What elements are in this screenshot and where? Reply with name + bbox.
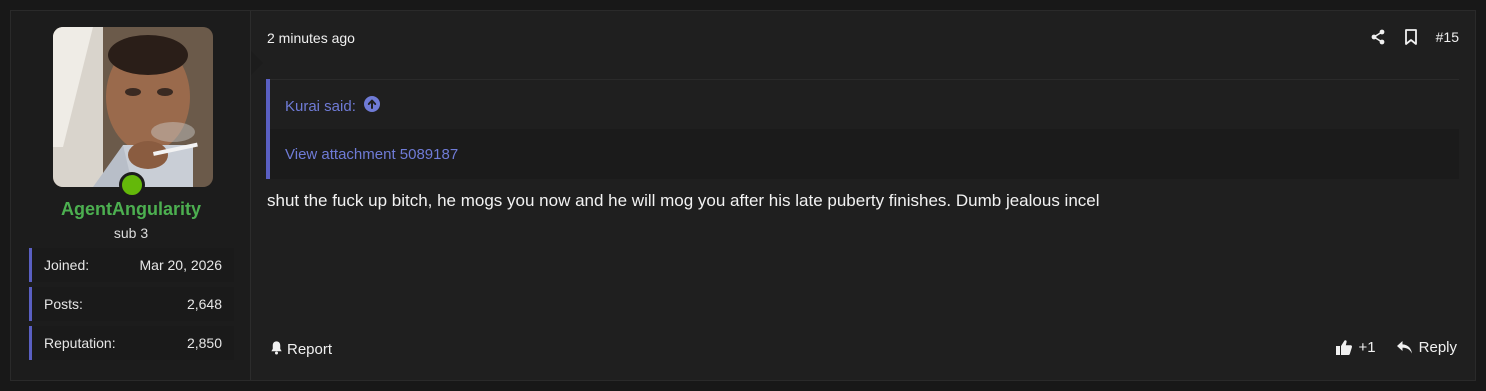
reaction-count: +1: [1358, 339, 1376, 356]
user-title: sub 3: [113, 225, 149, 241]
share-icon[interactable]: [1370, 29, 1386, 45]
stat-posts-value: 2,648: [186, 296, 222, 312]
post-timestamp[interactable]: 2 minutes ago: [267, 30, 355, 46]
user-panel-arrow: [251, 51, 263, 75]
bell-icon: [269, 340, 284, 359]
reaction-button[interactable]: +1: [1335, 339, 1376, 356]
reply-label: Reply: [1418, 339, 1457, 356]
quote-author-label: Kurai said:: [285, 97, 356, 115]
post-number[interactable]: #15: [1436, 29, 1459, 45]
stat-posts: Posts: 2,648: [29, 287, 234, 321]
reply-button[interactable]: Reply: [1396, 339, 1457, 356]
stat-joined-value: Mar 20, 2026: [139, 257, 223, 273]
post-header-actions: #15: [1370, 27, 1459, 47]
avatar[interactable]: [53, 27, 213, 187]
stat-reputation-value: 2,850: [186, 335, 222, 351]
online-status-indicator: [119, 172, 145, 198]
quote-block: Kurai said: View attachment 5089187: [266, 79, 1459, 179]
post-container: AgentAngularity sub 3 Joined: Mar 20, 20…: [10, 10, 1476, 381]
quote-author-link[interactable]: Kurai said:: [285, 96, 380, 116]
report-label: Report: [287, 341, 333, 358]
reply-arrow-icon: [1396, 340, 1413, 355]
stat-reputation: Reputation: 2,850: [29, 326, 234, 360]
username[interactable]: AgentAngularity: [11, 199, 251, 220]
post-message: shut the fuck up bitch, he mogs you now …: [267, 191, 1100, 210]
quote-header: Kurai said:: [270, 79, 1459, 129]
stat-reputation-label: Reputation:: [44, 335, 116, 351]
bookmark-icon[interactable]: [1404, 29, 1418, 45]
quote-attachment-link[interactable]: View attachment 5089187: [285, 146, 458, 163]
stat-posts-label: Posts:: [44, 296, 83, 312]
post-footer-actions: +1 Reply: [1335, 339, 1457, 356]
stat-joined-label: Joined:: [44, 257, 90, 273]
stat-joined: Joined: Mar 20, 2026: [29, 248, 234, 282]
avatar-image: [53, 27, 213, 187]
arrow-up-circle-icon[interactable]: [363, 96, 380, 116]
thumbs-up-icon: [1335, 339, 1353, 356]
report-button[interactable]: Report: [269, 340, 332, 359]
user-info-panel: AgentAngularity sub 3 Joined: Mar 20, 20…: [11, 11, 251, 380]
